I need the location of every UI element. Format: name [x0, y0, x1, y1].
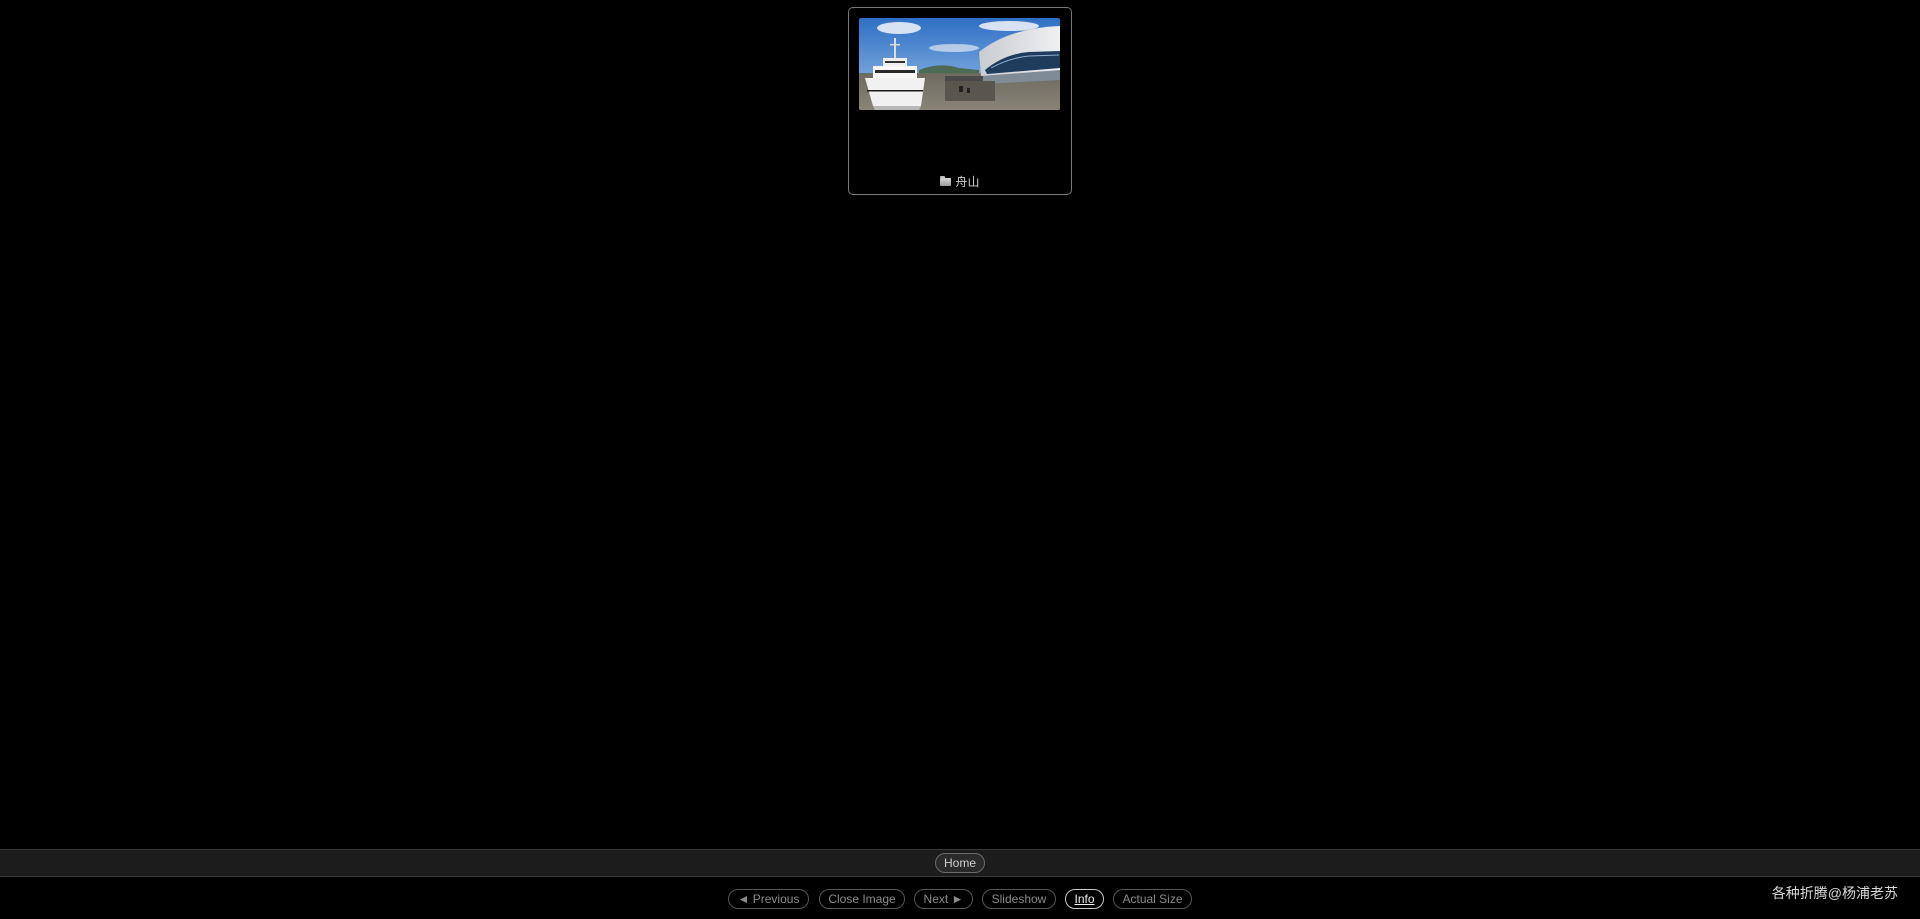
site-credit: 各种折腾@杨浦老苏 — [1771, 885, 1898, 901]
album-thumbnail[interactable] — [859, 18, 1060, 110]
info-label: Info — [1074, 892, 1095, 906]
album-card[interactable]: 舟山 — [848, 7, 1072, 195]
actual-size-button[interactable]: Actual Size — [1113, 889, 1192, 909]
album-thumbnail-image — [859, 18, 1060, 110]
close-image-button[interactable]: Close Image — [819, 889, 905, 909]
image-control-bar: ◄ Previous Close Image Next ► Slideshow … — [0, 877, 1920, 919]
home-button[interactable]: Home — [935, 853, 985, 873]
album-title: 舟山 — [955, 175, 980, 189]
home-bar: Home — [0, 849, 1920, 877]
album-caption[interactable]: 舟山 — [849, 174, 1071, 190]
slideshow-button[interactable]: Slideshow — [982, 889, 1056, 909]
gallery-stage: 舟山 — [0, 0, 1920, 849]
previous-button[interactable]: ◄ Previous — [728, 889, 809, 909]
folder-icon — [940, 176, 952, 186]
info-button[interactable]: Info — [1065, 889, 1104, 909]
next-button[interactable]: Next ► — [914, 889, 973, 909]
